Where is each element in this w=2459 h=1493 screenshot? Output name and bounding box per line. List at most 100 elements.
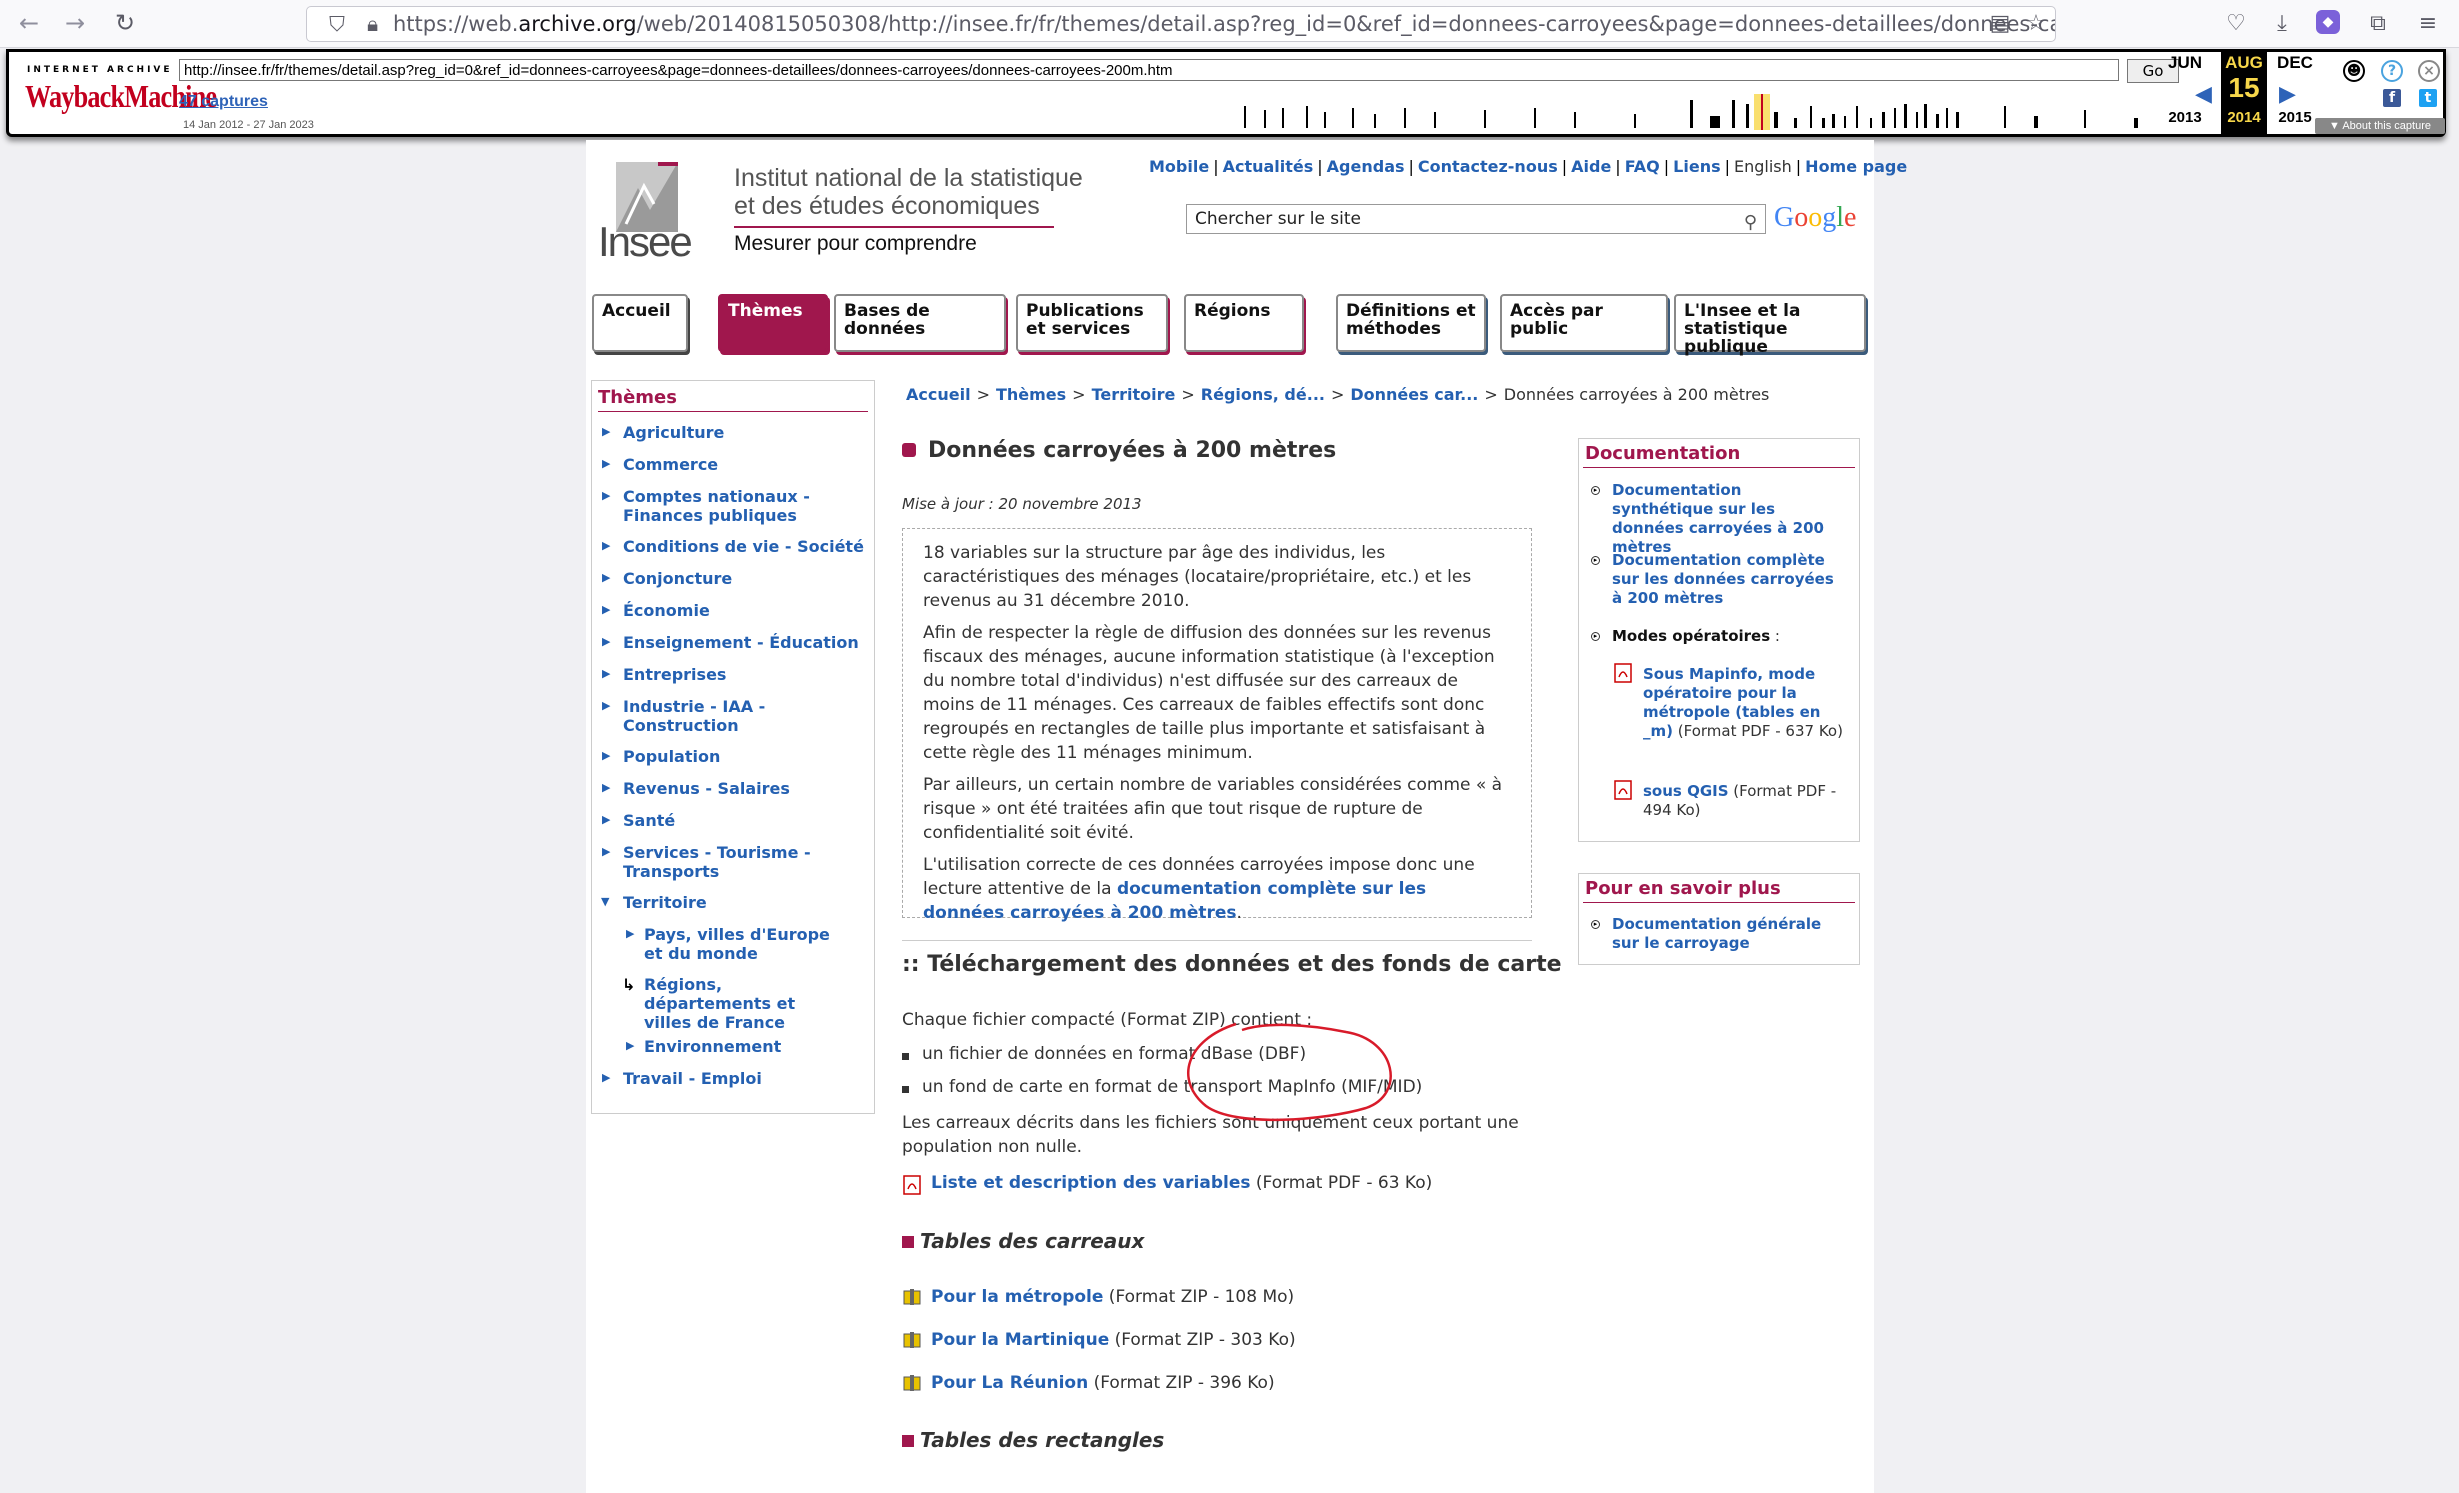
sidebar-item-comptes-nationaux[interactable]: Comptes nationaux - Finances publiques bbox=[623, 487, 823, 525]
next-capture-arrow-icon[interactable]: ▶ bbox=[2279, 82, 2296, 107]
title-bullet bbox=[902, 443, 916, 457]
top-link-mobile[interactable]: Mobile bbox=[1149, 157, 1209, 176]
extensions-puzzle-icon[interactable]: ⧉ bbox=[2364, 10, 2392, 38]
zip-file-icon bbox=[903, 1332, 921, 1348]
download-metropole-link[interactable]: Pour la métropole bbox=[931, 1287, 1103, 1307]
download-martinique-link[interactable]: Pour la Martinique bbox=[931, 1330, 1109, 1350]
caret-right-icon: ▶ bbox=[602, 603, 611, 616]
nav-acces-par-public[interactable]: Accès par public bbox=[1500, 294, 1668, 352]
top-link-actualites[interactable]: Actualités bbox=[1223, 157, 1314, 176]
sidebar-item-travail[interactable]: Travail - Emploi bbox=[623, 1069, 762, 1088]
intro-p4-end: . bbox=[1236, 903, 1242, 923]
breadcrumb-territoire[interactable]: Territoire bbox=[1092, 385, 1176, 404]
caret-right-icon: ▶ bbox=[602, 489, 611, 502]
current-capture-box: AUG 15 2014 bbox=[2221, 52, 2267, 134]
download-reunion: Pour La Réunion (Format ZIP - 396 Ko) bbox=[931, 1373, 1275, 1393]
doc-synthetique-link[interactable]: Documentation synthétique sur les donnée… bbox=[1612, 481, 1847, 557]
url-prefix: https://web. bbox=[393, 12, 519, 36]
doc-carroyage-link[interactable]: Documentation générale sur le carroyage bbox=[1612, 915, 1847, 953]
divider bbox=[1583, 467, 1855, 468]
update-date: Mise à jour : 20 novembre 2013 bbox=[902, 495, 1142, 513]
forward-arrow-icon[interactable]: → bbox=[60, 8, 90, 38]
bullet bbox=[902, 1086, 909, 1093]
facebook-icon[interactable]: f bbox=[2383, 89, 2401, 107]
sidebar-item-population[interactable]: Population bbox=[623, 747, 720, 766]
prev-capture-arrow-icon[interactable]: ◀ bbox=[2195, 82, 2212, 107]
sidebar-item-services[interactable]: Services - Tourisme - Transports bbox=[623, 843, 823, 881]
twitter-icon[interactable]: t bbox=[2419, 89, 2437, 107]
sidebar-item-conjoncture[interactable]: Conjoncture bbox=[623, 569, 732, 588]
top-link-contact[interactable]: Contactez-nous bbox=[1418, 157, 1558, 176]
download-martinique: Pour la Martinique (Format ZIP - 303 Ko) bbox=[931, 1330, 1296, 1350]
extension-icon[interactable]: ◆ bbox=[2316, 10, 2340, 34]
top-link-aide[interactable]: Aide bbox=[1571, 157, 1611, 176]
circle-arrow-icon: ▸ bbox=[1591, 556, 1600, 565]
tables-rectangles-heading: Tables des rectangles bbox=[920, 1428, 1165, 1452]
mode-qgis-link[interactable]: sous QGIS bbox=[1643, 782, 1729, 800]
search-icon[interactable]: ⚲ bbox=[1744, 209, 1757, 237]
breadcrumb-donnees[interactable]: Données car... bbox=[1350, 385, 1478, 404]
doc-complete-side-link[interactable]: Documentation complète sur les données c… bbox=[1612, 551, 1847, 608]
top-link-liens[interactable]: Liens bbox=[1673, 157, 1720, 176]
capture-sparkline[interactable] bbox=[1234, 94, 2164, 130]
vars-link[interactable]: Liste et description des variables bbox=[931, 1173, 1250, 1193]
close-icon[interactable]: × bbox=[2418, 60, 2440, 82]
breadcrumb-accueil[interactable]: Accueil bbox=[906, 385, 971, 404]
reader-view-icon[interactable]: ▤ bbox=[1986, 10, 2014, 38]
breadcrumb-regions[interactable]: Régions, dé... bbox=[1201, 385, 1325, 404]
nav-accueil[interactable]: Accueil bbox=[592, 294, 688, 352]
zip-file-icon bbox=[903, 1375, 921, 1391]
top-link-home[interactable]: Home page bbox=[1805, 157, 1907, 176]
capture-range: 14 Jan 2012 - 27 Jan 2023 bbox=[183, 119, 314, 131]
prev-month[interactable]: JUN bbox=[2161, 53, 2209, 73]
top-link-agendas[interactable]: Agendas bbox=[1327, 157, 1405, 176]
sidebar-item-economie[interactable]: Économie bbox=[623, 601, 710, 620]
site-search-input[interactable]: Chercher sur le site ⚲ bbox=[1186, 204, 1766, 234]
address-bar[interactable]: ⛉ 🔒︎ https://web.archive.org/web/201408150… bbox=[306, 6, 2056, 42]
caret-right-icon: ▶ bbox=[602, 781, 611, 794]
sidebar-item-agriculture[interactable]: Agriculture bbox=[623, 423, 724, 442]
vars-download: Liste et description des variables (Form… bbox=[931, 1173, 1432, 1193]
sidebar-subitem-regions[interactable]: Régions, départements et villes de Franc… bbox=[644, 975, 804, 1032]
sidebar-item-industrie[interactable]: Industrie - IAA - Construction bbox=[623, 697, 793, 735]
url-host: archive.org bbox=[518, 12, 637, 36]
breadcrumb-themes[interactable]: Thèmes bbox=[996, 385, 1066, 404]
documentation-box: Documentation ▸ Documentation synthétiqu… bbox=[1578, 438, 1860, 842]
top-link-faq[interactable]: FAQ bbox=[1625, 157, 1660, 176]
wayback-url-input[interactable]: http://insee.fr/fr/themes/detail.asp?reg… bbox=[179, 59, 2119, 81]
back-arrow-icon[interactable]: ← bbox=[14, 8, 44, 38]
sidebar-subitem-pays[interactable]: Pays, villes d'Europe et du monde bbox=[644, 925, 844, 963]
sidebar-item-territoire[interactable]: Territoire bbox=[623, 893, 707, 912]
sidebar-item-revenus[interactable]: Revenus - Salaires bbox=[623, 779, 790, 798]
caret-right-icon: ▶ bbox=[602, 635, 611, 648]
archived-page: Insee Institut national de la statistiqu… bbox=[586, 140, 1907, 1493]
sidebar-item-conditions-de-vie[interactable]: Conditions de vie - Société bbox=[623, 537, 864, 556]
caret-right-icon: ▶ bbox=[602, 571, 611, 584]
nav-bases-de-donnees[interactable]: Bases de données bbox=[834, 294, 1006, 352]
sidebar-item-commerce[interactable]: Commerce bbox=[623, 455, 718, 474]
sidebar-item-entreprises[interactable]: Entreprises bbox=[623, 665, 726, 684]
download-icon[interactable]: ⤓ bbox=[2268, 10, 2296, 38]
nav-regions[interactable]: Régions bbox=[1184, 294, 1304, 352]
about-capture-button[interactable]: ▼ About this capture bbox=[2315, 118, 2445, 134]
download-reunion-link[interactable]: Pour La Réunion bbox=[931, 1373, 1088, 1393]
top-link-english[interactable]: English bbox=[1734, 157, 1792, 176]
menu-hamburger-icon[interactable]: ≡ bbox=[2414, 10, 2442, 38]
bookmark-star-icon[interactable]: ☆ bbox=[2022, 10, 2050, 38]
nav-insee-statistique[interactable]: L'Insee et la statistique publique bbox=[1674, 294, 1866, 356]
next-month[interactable]: DEC bbox=[2271, 53, 2319, 73]
prev-year[interactable]: 2013 bbox=[2161, 109, 2209, 126]
nav-publications[interactable]: Publications et services bbox=[1016, 294, 1168, 352]
sidebar-subitem-environnement[interactable]: Environnement bbox=[644, 1037, 781, 1056]
sidebar-item-enseignement[interactable]: Enseignement - Éducation bbox=[623, 633, 859, 652]
captures-link[interactable]: 47 captures bbox=[179, 93, 268, 111]
sidebar-item-sante[interactable]: Santé bbox=[623, 811, 675, 830]
nav-definitions[interactable]: Définitions et méthodes bbox=[1336, 294, 1486, 352]
next-year[interactable]: 2015 bbox=[2271, 109, 2319, 126]
reload-icon[interactable]: ↻ bbox=[110, 8, 140, 38]
browser-toolbar: ← → ↻ ⛉ 🔒︎ https://web.archive.org/web/201… bbox=[0, 0, 2459, 48]
pocket-icon[interactable]: ♡ bbox=[2222, 10, 2250, 38]
nav-themes[interactable]: Thèmes bbox=[718, 294, 828, 352]
help-icon[interactable]: ? bbox=[2381, 60, 2403, 82]
user-account-icon[interactable]: ☻ bbox=[2343, 60, 2365, 82]
